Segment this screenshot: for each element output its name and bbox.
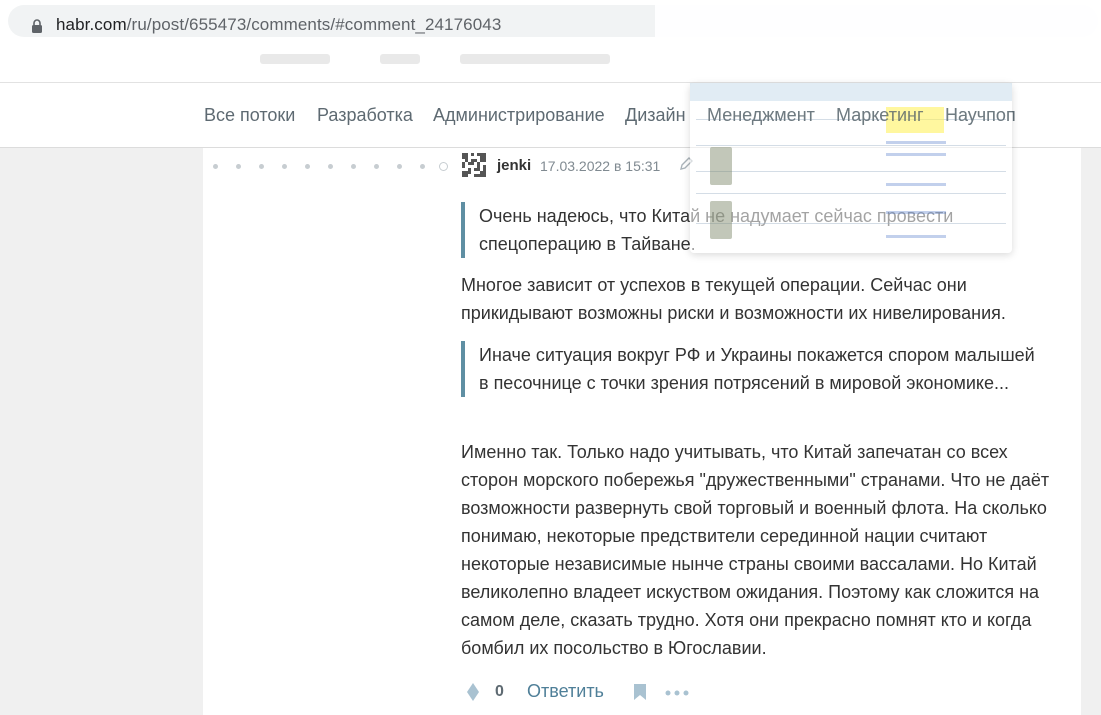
depth-dot xyxy=(328,164,333,169)
thumbnail-image xyxy=(710,147,732,185)
thumbnail-link xyxy=(886,141,946,144)
comment-author[interactable]: jenki xyxy=(497,157,531,174)
thumbnail-row xyxy=(696,193,1006,194)
depth-dot xyxy=(305,164,310,169)
faded-overlay-region xyxy=(655,0,1101,78)
url-path: /ru/post/655473/comments/#comment_241760… xyxy=(126,15,502,34)
thumbnail-link xyxy=(886,153,946,156)
thumbnail-image xyxy=(710,201,732,239)
thumbnail-row xyxy=(696,171,1006,172)
url-text: habr.com/ru/post/655473/comments/#commen… xyxy=(56,15,501,35)
nav-item-all-streams[interactable]: Все потоки xyxy=(204,105,295,126)
blockquote: Иначе ситуация вокруг РФ и Украины покаж… xyxy=(461,341,1044,397)
vote-icon[interactable] xyxy=(465,682,481,702)
depth-dot xyxy=(351,164,356,169)
depth-dot xyxy=(282,164,287,169)
bookmark-icon[interactable] xyxy=(633,683,647,701)
bookmark-placeholder xyxy=(460,54,610,64)
current-depth-ring xyxy=(439,162,448,171)
depth-dot xyxy=(374,164,379,169)
depth-dot xyxy=(259,164,264,169)
nav-item-management-overlay[interactable]: Менеджмент xyxy=(707,105,815,126)
thumbnail-header xyxy=(690,83,1012,101)
lock-icon xyxy=(32,19,42,33)
nav-item-development[interactable]: Разработка xyxy=(317,105,413,126)
more-icon[interactable] xyxy=(665,690,689,696)
depth-dot xyxy=(397,164,402,169)
nav-item-marketing-overlay[interactable]: Маркетинг xyxy=(836,105,924,126)
thumbnail-link xyxy=(886,211,946,214)
vote-count: 0 xyxy=(495,683,504,700)
thumbnail-link xyxy=(886,235,946,238)
thumbnail-link xyxy=(886,183,946,186)
nav-item-design[interactable]: Дизайн xyxy=(625,105,686,126)
url-host: habr.com xyxy=(56,15,127,34)
comment-paragraph: Именно так. Только надо учитывать, что К… xyxy=(461,442,1050,658)
depth-dot xyxy=(236,164,241,169)
reply-button[interactable]: Ответить xyxy=(527,681,604,702)
avatar[interactable] xyxy=(462,153,486,177)
bookmark-placeholder xyxy=(380,54,420,64)
comment-paragraph: Многое зависит от успехов в текущей опер… xyxy=(461,275,1006,323)
depth-dot xyxy=(420,164,425,169)
depth-dot xyxy=(213,164,218,169)
thumbnail-row xyxy=(696,145,1006,146)
nav-item-administration[interactable]: Администрирование xyxy=(433,105,605,126)
comment-timestamp[interactable]: 17.03.2022 в 15:31 xyxy=(540,158,660,174)
thumbnail-row xyxy=(696,223,1006,224)
nav-item-popsci-overlay[interactable]: Научпоп xyxy=(945,105,1016,126)
bookmark-placeholder xyxy=(260,54,330,64)
